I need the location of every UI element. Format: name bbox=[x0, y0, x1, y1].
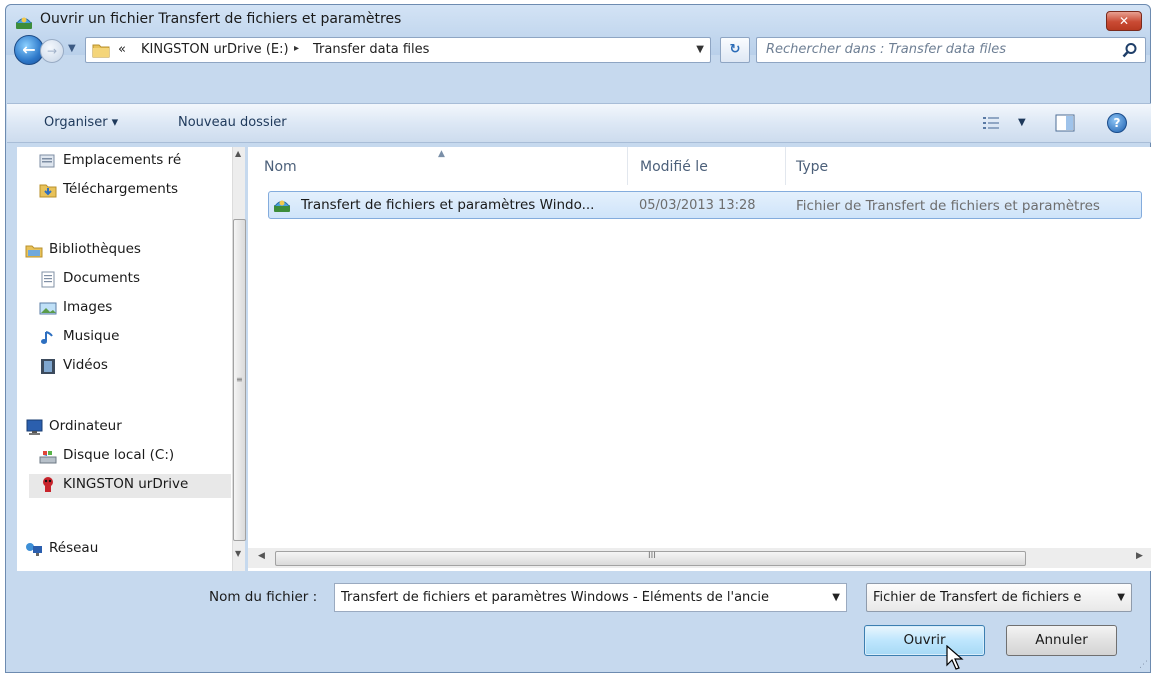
organise-button[interactable]: Organiser ▾ bbox=[44, 115, 118, 130]
horizontal-scrollbar[interactable]: ◀ III ▶ bbox=[248, 548, 1151, 568]
overflow-chevron-icon[interactable]: « bbox=[118, 42, 126, 57]
column-header-name[interactable]: Nom ▲ bbox=[248, 147, 628, 185]
scroll-grip-icon: III bbox=[648, 551, 656, 561]
column-header-type[interactable]: Type bbox=[786, 147, 1151, 185]
nav-item-network[interactable]: Réseau bbox=[25, 539, 231, 561]
scroll-up-icon[interactable]: ▲ bbox=[235, 149, 241, 158]
transfer-app-icon bbox=[16, 17, 32, 29]
chevron-down-icon[interactable]: ▼ bbox=[832, 592, 840, 603]
view-dropdown-icon[interactable]: ▼ bbox=[1018, 117, 1026, 128]
documents-icon bbox=[41, 271, 55, 288]
new-folder-button[interactable]: Nouveau dossier bbox=[178, 115, 287, 130]
usb-drive-icon bbox=[43, 477, 53, 492]
breadcrumb-drive[interactable]: KINGSTON urDrive (E:) bbox=[141, 42, 289, 57]
folder-icon bbox=[92, 44, 110, 58]
breadcrumb-folder[interactable]: Transfer data files bbox=[313, 42, 429, 57]
resize-grip-icon[interactable]: ⋰ bbox=[1139, 660, 1148, 670]
nav-item-label: Ordinateur bbox=[49, 418, 122, 434]
libraries-icon bbox=[25, 245, 43, 258]
nav-item-label: Emplacements ré bbox=[63, 152, 182, 168]
nav-item-label: Documents bbox=[63, 270, 140, 286]
nav-item-label: Bibliothèques bbox=[49, 241, 141, 257]
nav-item-computer[interactable]: Ordinateur bbox=[25, 417, 231, 439]
command-bar: Organiser ▾ Nouveau dossier ▼ ? bbox=[7, 103, 1151, 143]
nav-item-kingston[interactable]: KINGSTON urDrive bbox=[29, 474, 231, 498]
search-input[interactable]: Rechercher dans : Transfer data files bbox=[756, 37, 1146, 63]
mouse-cursor-icon bbox=[946, 645, 964, 670]
nav-item-label: Vidéos bbox=[63, 357, 108, 373]
nav-item-local-disk[interactable]: Disque local (C:) bbox=[39, 446, 231, 468]
table-row[interactable]: Transfert de fichiers et paramètres Wind… bbox=[268, 191, 1142, 219]
forward-button[interactable]: → bbox=[40, 39, 64, 63]
filetype-select[interactable]: Fichier de Transfert de fichiers e ▼ bbox=[866, 583, 1132, 612]
nav-item-documents[interactable]: Documents bbox=[39, 269, 231, 291]
address-dropdown-icon[interactable]: ▼ bbox=[696, 44, 704, 55]
videos-icon bbox=[41, 359, 55, 374]
search-placeholder: Rechercher dans : Transfer data files bbox=[766, 42, 1006, 57]
downloads-folder-icon bbox=[39, 184, 57, 198]
cancel-button[interactable]: Annuler bbox=[1006, 625, 1117, 656]
recent-places-icon bbox=[39, 154, 55, 168]
nav-item-label: Musique bbox=[63, 328, 120, 344]
close-button[interactable]: ✕ bbox=[1106, 11, 1142, 31]
computer-icon bbox=[26, 419, 43, 435]
search-icon[interactable] bbox=[1122, 42, 1138, 58]
breadcrumb-separator-icon[interactable]: ▸ bbox=[294, 43, 299, 54]
file-type: Fichier de Transfert de fichiers et para… bbox=[796, 198, 1100, 214]
address-bar[interactable]: « KINGSTON urDrive (E:) ▸ Transfer data … bbox=[85, 37, 711, 63]
preview-pane-icon[interactable] bbox=[1055, 114, 1075, 132]
nav-item-downloads[interactable]: Téléchargements bbox=[39, 180, 231, 202]
sort-ascending-icon: ▲ bbox=[438, 149, 445, 159]
local-disk-icon bbox=[39, 451, 57, 464]
nav-item-videos[interactable]: Vidéos bbox=[39, 356, 231, 378]
view-options-icon[interactable] bbox=[983, 116, 999, 130]
file-name: Transfert de fichiers et paramètres Wind… bbox=[301, 197, 595, 213]
scroll-grip-icon: ≡ bbox=[236, 375, 243, 384]
filename-label: Nom du fichier : bbox=[209, 589, 318, 605]
scroll-down-icon[interactable]: ▼ bbox=[235, 549, 241, 558]
nav-item-music[interactable]: Musique bbox=[39, 327, 231, 349]
navigation-scrollbar[interactable]: ▲ ≡ ▼ bbox=[232, 147, 246, 571]
transfer-file-icon bbox=[274, 200, 290, 212]
file-list-pane: Nom ▲ Modifié le Type Transfert de fichi… bbox=[248, 147, 1151, 571]
filename-input[interactable]: Transfert de fichiers et paramètres Wind… bbox=[334, 583, 847, 612]
filename-value: Transfert de fichiers et paramètres Wind… bbox=[341, 590, 770, 605]
column-header-label: Type bbox=[796, 159, 829, 175]
file-modified: 05/03/2013 13:28 bbox=[639, 198, 756, 213]
nav-item-label: Téléchargements bbox=[63, 181, 179, 197]
refresh-button[interactable]: ↻ bbox=[720, 37, 750, 63]
nav-item-label: Disque local (C:) bbox=[63, 447, 175, 463]
images-icon bbox=[39, 302, 57, 315]
scroll-right-icon[interactable]: ▶ bbox=[1136, 551, 1143, 561]
nav-item-libraries[interactable]: Bibliothèques bbox=[25, 240, 231, 262]
nav-item-images[interactable]: Images bbox=[39, 298, 231, 320]
chevron-down-icon[interactable]: ▼ bbox=[1117, 592, 1125, 603]
navigation-pane: Emplacements ré Téléchargements Biblioth… bbox=[17, 147, 246, 571]
nav-item-recent-places[interactable]: Emplacements ré bbox=[39, 151, 231, 173]
music-icon bbox=[41, 331, 53, 344]
open-button[interactable]: Ouvrir bbox=[864, 625, 985, 656]
nav-item-label: Réseau bbox=[49, 540, 99, 556]
network-icon bbox=[26, 543, 42, 556]
scroll-left-icon[interactable]: ◀ bbox=[258, 551, 265, 561]
recent-pages-dropdown-icon[interactable]: ▼ bbox=[68, 43, 76, 54]
nav-item-label: KINGSTON urDrive bbox=[63, 476, 189, 492]
open-file-dialog: Ouvrir un fichier Transfert de fichiers … bbox=[5, 4, 1151, 673]
dialog-title: Ouvrir un fichier Transfert de fichiers … bbox=[40, 11, 402, 27]
column-header-label: Modifié le bbox=[640, 159, 708, 175]
nav-item-label: Images bbox=[63, 299, 113, 315]
help-icon[interactable]: ? bbox=[1107, 113, 1127, 133]
column-header-label: Nom bbox=[264, 159, 297, 175]
column-header-modified[interactable]: Modifié le bbox=[628, 147, 786, 185]
filetype-value: Fichier de Transfert de fichiers e bbox=[873, 590, 1082, 605]
